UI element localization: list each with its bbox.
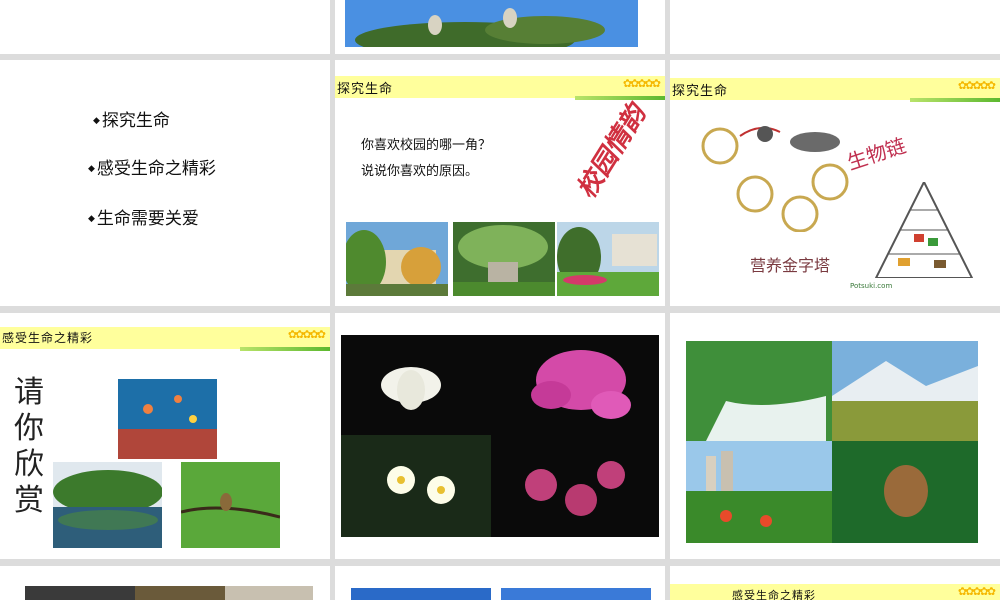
slide-header: 探究生命 ✿✿✿✿✿: [335, 76, 665, 100]
animals-photo: [25, 586, 313, 600]
tree-birds-photo: [345, 0, 638, 47]
slide-thumb-r4c3[interactable]: 感受生命之精彩 ✿✿✿✿✿: [670, 566, 1000, 600]
slide-header: 感受生命之精彩 ✿✿✿✿✿: [670, 584, 1000, 600]
campus-art-text: 校园情韵: [574, 95, 652, 206]
slide-thumb-r4c2[interactable]: [335, 566, 665, 600]
slide-header: 感受生命之精彩 ✿✿✿✿✿: [0, 327, 330, 351]
slide-landscapes[interactable]: [670, 313, 1000, 559]
slide-thumb-r4c1[interactable]: [0, 566, 330, 600]
appreciate-vertical-title: 请 你 欣 赏: [14, 375, 44, 518]
slide-appreciate[interactable]: 感受生命之精彩 ✿✿✿✿✿ 请 你 欣 赏: [0, 313, 330, 559]
slide-header-title: 探究生命: [672, 84, 729, 99]
sky-photos: [351, 588, 651, 600]
food-chain-diagram: [701, 126, 849, 232]
nutrition-pyramid: [874, 182, 974, 278]
slide-thumb-r1c2[interactable]: [335, 0, 665, 54]
landscape-collage: [686, 341, 978, 543]
outline-item-2: ◆ 感受生命之精彩: [88, 159, 216, 179]
pyramid-label: 营养金字塔: [750, 256, 831, 275]
slide-thumb-r1c1[interactable]: [0, 0, 330, 54]
slide-header-title: 感受生命之精彩: [2, 331, 94, 345]
coral-reef-photo: [118, 379, 217, 459]
slide-campus[interactable]: 探究生命 ✿✿✿✿✿ 你喜欢校园的哪一角？ 说说你喜欢的原因。 校园情韵: [335, 60, 665, 306]
sunflower-icon: ✿✿✿✿✿: [957, 585, 996, 598]
watermark: Potsuki.com: [850, 282, 893, 290]
campus-question-1: 你喜欢校园的哪一角？: [361, 138, 492, 153]
sunflower-icon: ✿✿✿✿✿: [622, 77, 661, 90]
slide-thumb-r1c3[interactable]: [670, 0, 1000, 54]
campus-photo-3: [557, 222, 659, 296]
slide-flowers[interactable]: [335, 313, 665, 559]
sunflower-icon: ✿✿✿✿✿: [287, 328, 326, 341]
slide-outline[interactable]: ◆ 探究生命 ◆ 感受生命之精彩 ◆ 生命需要关爱: [0, 60, 330, 306]
outline-item-3: ◆ 生命需要关爱: [88, 209, 199, 229]
sunflower-icon: ✿✿✿✿✿: [957, 79, 996, 92]
campus-photo-2: [453, 222, 555, 296]
campus-question-2: 说说你喜欢的原因。: [361, 164, 479, 179]
slide-header: 探究生命 ✿✿✿✿✿: [670, 78, 1000, 102]
orchid-collage: [341, 335, 659, 537]
outline-item-1: ◆ 探究生命: [93, 111, 170, 131]
slide-header-title: 感受生命之精彩: [732, 589, 816, 600]
slide-header-title: 探究生命: [337, 82, 394, 97]
bird-branch-photo: [181, 462, 280, 548]
lake-mountain-photo: [53, 462, 162, 548]
campus-photo-1: [346, 222, 448, 296]
slide-foodchain[interactable]: 探究生命 ✿✿✿✿✿ 生物链 营养金字塔 Potsuki.com: [670, 60, 1000, 306]
